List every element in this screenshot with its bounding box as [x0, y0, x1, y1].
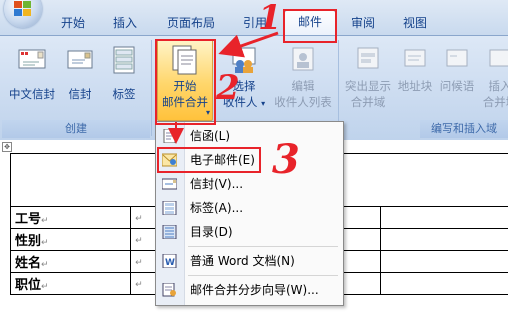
arrow-to-start-merge-icon	[218, 31, 279, 58]
annotation-arrows	[168, 31, 279, 144]
